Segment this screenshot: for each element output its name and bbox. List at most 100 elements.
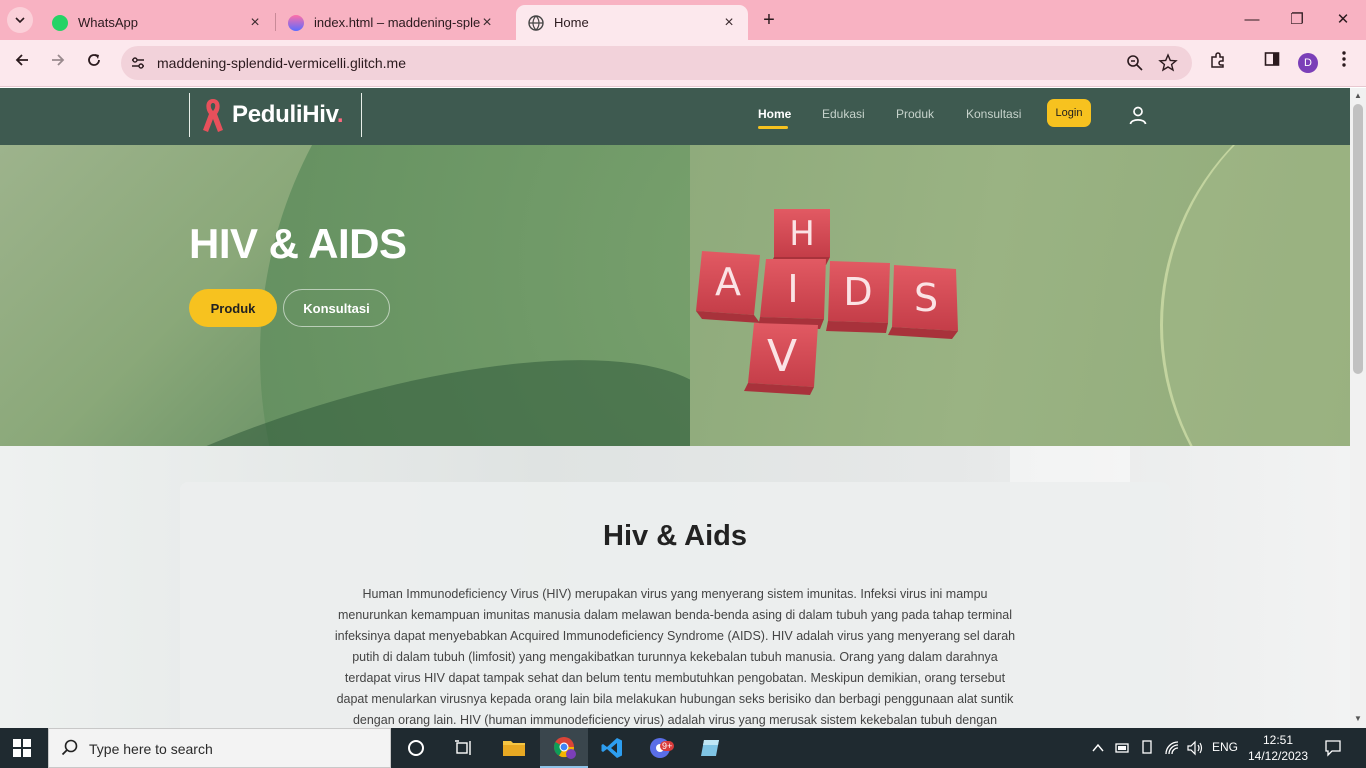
vscode-taskbar-button[interactable] (588, 728, 636, 768)
restore-button[interactable]: ❐ (1285, 8, 1309, 32)
puzzle-icon (1211, 52, 1224, 68)
chrome-taskbar-button[interactable] (540, 728, 588, 768)
search-placeholder: Type here to search (89, 741, 213, 757)
svg-text:D: D (843, 270, 872, 314)
tab-title: WhatsApp (78, 15, 138, 30)
taskbar-search[interactable]: Type here to search (48, 728, 391, 768)
nav-konsultasi[interactable]: Konsultasi (966, 107, 1021, 121)
cube-d: D (826, 261, 890, 333)
cube-i: I (758, 259, 826, 329)
close-icon[interactable]: × (722, 14, 736, 32)
cube-h: H (770, 209, 830, 265)
arrow-right-icon (52, 54, 65, 66)
browser-tab-bar: WhatsApp × index.html – maddening-splend… (0, 0, 1366, 40)
minimize-button[interactable]: — (1240, 8, 1264, 32)
chevron-up-icon[interactable] (1092, 743, 1104, 753)
svg-text:A: A (715, 260, 741, 304)
tab-whatsapp[interactable]: WhatsApp × (40, 5, 274, 40)
browser-menu-button[interactable] (1332, 51, 1356, 75)
brand-name: PeduliHiv (232, 101, 337, 128)
svg-text:S: S (914, 276, 938, 320)
reload-icon (88, 54, 100, 66)
wifi-icon[interactable] (1164, 740, 1180, 756)
task-view-button[interactable] (440, 728, 488, 768)
clock-date: 14/12/2023 (1247, 749, 1309, 763)
address-bar[interactable]: maddening-splendid-vermicelli.glitch.me (121, 46, 1192, 80)
arrow-left-icon (15, 54, 28, 66)
url-text: maddening-splendid-vermicelli.glitch.me (157, 55, 406, 71)
language-indicator[interactable]: ENG (1212, 740, 1238, 754)
scroll-down-icon[interactable]: ▼ (1353, 714, 1363, 724)
user-icon[interactable] (1128, 105, 1148, 125)
konsultasi-button[interactable]: Konsultasi (283, 289, 390, 327)
tab-home[interactable]: Home × (516, 5, 748, 40)
cortana-icon (408, 740, 424, 756)
chrome-icon (553, 737, 576, 759)
forward-button[interactable] (46, 51, 70, 75)
scrollbar-thumb[interactable] (1353, 104, 1363, 374)
reload-button[interactable] (82, 51, 106, 75)
hiv-aids-cubes-image: H A I D S V (696, 209, 958, 395)
hero-banner: HIV & AIDS Produk Konsultasi H A I D S V (0, 145, 1350, 446)
task-view-icon (455, 740, 471, 755)
globe-icon (528, 14, 544, 31)
awareness-ribbon-icon (203, 99, 223, 132)
windows-taskbar: Type here to search 9+ ENG 12:51 14/12/2… (0, 728, 1366, 768)
chevron-down-icon (15, 17, 25, 24)
windows-start-icon[interactable] (13, 739, 31, 757)
cube-s: S (888, 265, 958, 339)
close-icon[interactable]: × (480, 14, 494, 32)
nav-home[interactable]: Home (758, 107, 791, 121)
cube-a: A (696, 251, 760, 323)
site-settings-icon[interactable] (127, 52, 149, 74)
folder-icon (503, 741, 525, 756)
notification-badge: 9+ (660, 741, 675, 751)
more-vertical-icon (1342, 51, 1346, 67)
new-tab-button[interactable]: + (759, 9, 779, 31)
zoom-icon[interactable] (1124, 52, 1146, 74)
site-header: PeduliHiv. Home Edukasi Produk Konsultas… (0, 88, 1350, 145)
chrome-profile-taskbar-button[interactable]: 9+ (638, 728, 686, 768)
page-scrollbar[interactable]: ▲ ▼ (1350, 88, 1366, 728)
cortana-button[interactable] (392, 728, 440, 768)
tab-title: Home (554, 15, 589, 30)
login-button[interactable]: Login (1047, 99, 1091, 127)
cube-v: V (744, 323, 818, 395)
tab-glitch-editor[interactable]: index.html – maddening-splendid-vermicel… (276, 5, 512, 40)
profile-avatar[interactable]: D (1298, 53, 1318, 73)
produk-button[interactable]: Produk (189, 289, 277, 327)
extensions-button[interactable] (1206, 51, 1230, 75)
close-window-button[interactable]: ✕ (1331, 8, 1355, 32)
side-panel-icon (1264, 52, 1280, 66)
battery-icon[interactable] (1115, 741, 1131, 755)
about-body: Human Immunodeficiency Virus (HIV) merup… (334, 587, 1016, 727)
whatsapp-icon (52, 14, 68, 31)
device-icon[interactable] (1140, 740, 1154, 756)
nav-active-indicator (758, 126, 788, 129)
system-clock[interactable]: 12:51 14/12/2023 (1246, 732, 1310, 764)
search-icon (61, 739, 78, 756)
star-icon[interactable] (1157, 52, 1179, 74)
about-card: Hiv & Aids Human Immunodeficiency Virus … (180, 482, 1170, 742)
volume-icon[interactable] (1186, 740, 1204, 756)
scroll-up-icon[interactable]: ▲ (1353, 91, 1363, 101)
svg-text:H: H (789, 214, 815, 254)
nav-edukasi[interactable]: Edukasi (822, 107, 865, 121)
nav-produk[interactable]: Produk (896, 107, 934, 121)
site-logo[interactable]: PeduliHiv. (189, 93, 362, 137)
brand-dot: . (336, 101, 344, 128)
svg-text:I: I (787, 267, 798, 311)
hero-title: HIV & AIDS (189, 220, 407, 267)
vscode-icon (601, 738, 622, 758)
glitch-icon (288, 14, 304, 31)
svg-text:V: V (767, 331, 797, 382)
about-title: Hiv & Aids (603, 520, 747, 552)
browser-toolbar: maddening-splendid-vermicelli.glitch.me … (0, 40, 1366, 87)
notification-icon[interactable] (1324, 739, 1342, 757)
file-explorer-button[interactable] (490, 728, 538, 768)
tab-search-button[interactable] (7, 7, 33, 33)
side-panel-button[interactable] (1260, 51, 1284, 75)
close-icon[interactable]: × (248, 14, 262, 32)
app-taskbar-button[interactable] (686, 728, 734, 768)
back-button[interactable] (10, 51, 34, 75)
